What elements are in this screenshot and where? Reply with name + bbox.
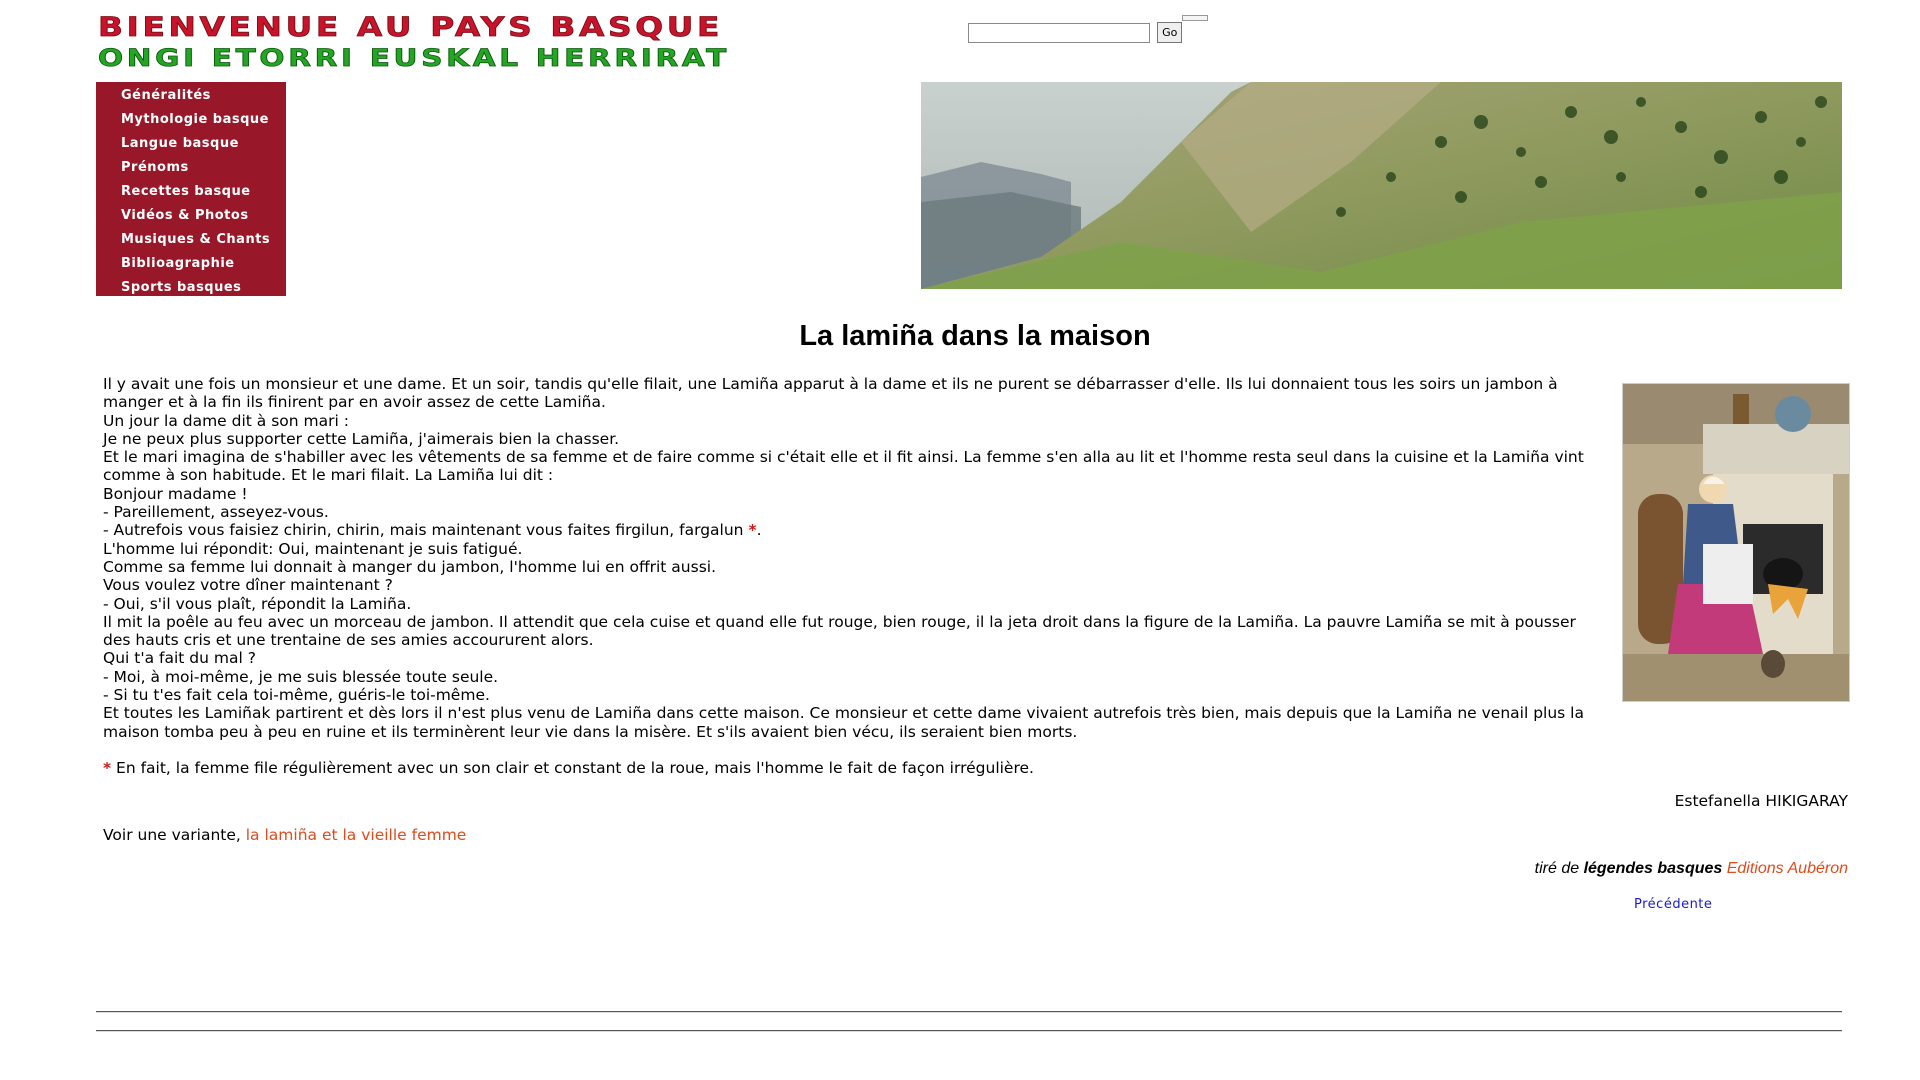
story-line: Un jour la dame dit à son mari :	[103, 411, 349, 430]
logo-title-fr: BIENVENUE AU PAYS BASQUE	[98, 12, 723, 43]
author: Estefanella HIKIGARAY	[1674, 792, 1848, 810]
variant-link[interactable]: la lamiña et la vieille femme	[246, 826, 467, 844]
menu-item-langue[interactable]: Langue basque	[96, 132, 286, 156]
menu-item-prenoms[interactable]: Prénoms	[96, 156, 286, 180]
search-go-button[interactable]: Go	[1157, 22, 1183, 43]
story-line: Il y avait une fois un monsieur et une d…	[103, 375, 1558, 412]
main-menu: Généralités Mythologie basque Langue bas…	[96, 82, 286, 296]
divider	[96, 1011, 1842, 1013]
variant-line: Voir une variante, la lamiña et la vieil…	[103, 826, 466, 844]
story-line: - Moi, à moi-même, je me suis blessée to…	[103, 667, 499, 686]
story-line: - Si tu t'es fait cela toi-même, guéris-…	[103, 686, 490, 705]
search-form: Go	[968, 22, 1183, 43]
header-banner-image	[921, 82, 1842, 289]
story-line: Vous voulez votre dîner maintenant ?	[103, 576, 393, 595]
menu-item-sports[interactable]: Sports basques	[96, 276, 286, 300]
story-line: Et toutes les Lamiñak partirent et dès l…	[103, 704, 1584, 741]
source-prefix: tiré de	[1534, 860, 1580, 877]
small-control[interactable]	[1182, 15, 1208, 21]
asterisk-mark: *	[748, 521, 757, 540]
story-text: Il y avait une fois un monsieur et une d…	[103, 375, 1603, 777]
source-publisher-link[interactable]: Editions Aubéron	[1727, 860, 1848, 877]
source-credit: tiré de légendes basques Editions Aubéro…	[1535, 860, 1848, 878]
previous-link[interactable]: Précédente	[1634, 897, 1712, 912]
story-line: Qui t'a fait du mal ?	[103, 649, 256, 668]
story-line: - Oui, s'il vous plaît, répondit la Lami…	[103, 594, 412, 613]
story-line: Et le mari imagina de s'habiller avec le…	[103, 448, 1584, 485]
divider	[96, 1030, 1842, 1032]
story-line: - Autrefois vous faisiez chirin, chirin,…	[103, 521, 1603, 539]
asterisk-mark: *	[103, 758, 112, 777]
menu-item-videos-photos[interactable]: Vidéos & Photos	[96, 204, 286, 228]
menu-item-recettes[interactable]: Recettes basque	[96, 180, 286, 204]
footnote-text: En fait, la femme file régulièrement ave…	[116, 758, 1034, 777]
period: .	[756, 521, 762, 540]
logo-title-eu: ONGI ETORRI EUSKAL HERRIRAT	[98, 44, 730, 72]
menu-item-generalites[interactable]: Généralités	[96, 84, 286, 108]
story-line-text: - Autrefois vous faisiez chirin, chirin,…	[103, 521, 744, 540]
story-line: Je ne peux plus supporter cette Lamiña, …	[103, 429, 620, 448]
illustration-image	[1622, 383, 1850, 702]
story-line: - Pareillement, asseyez-vous.	[103, 503, 329, 522]
site-logo[interactable]: BIENVENUE AU PAYS BASQUE ONGI ETORRI EUS…	[96, 10, 732, 72]
menu-item-bibliographie[interactable]: Biblioagraphie	[96, 252, 286, 276]
menu-item-mythologie[interactable]: Mythologie basque	[96, 108, 286, 132]
story-line: L'homme lui répondit: Oui, maintenant je…	[103, 539, 523, 558]
footnote: * En fait, la femme file régulièrement a…	[103, 759, 1603, 777]
page-title: La lamiña dans la maison	[799, 320, 1151, 352]
search-input[interactable]	[968, 22, 1150, 43]
source-book: légendes basques	[1583, 860, 1723, 877]
logo-graphic: BIENVENUE AU PAYS BASQUE ONGI ETORRI EUS…	[98, 12, 730, 72]
story-line: Comme sa femme lui donnait à manger du j…	[103, 557, 717, 576]
story-line: Il mit la poêle au feu avec un morceau d…	[103, 612, 1576, 650]
menu-item-musiques[interactable]: Musiques & Chants	[96, 228, 286, 252]
story-line: Bonjour madame !	[103, 484, 248, 503]
variant-prefix: Voir une variante,	[103, 826, 241, 844]
